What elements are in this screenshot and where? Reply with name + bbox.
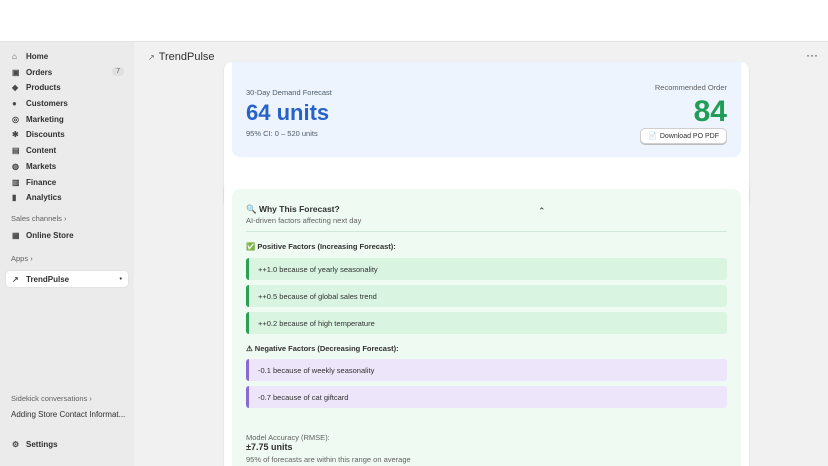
inbox-icon: ▣	[12, 67, 20, 77]
forecast-label: 30-Day Demand Forecast	[246, 88, 332, 97]
tag-icon: ◆	[12, 82, 19, 92]
app-title-text: TrendPulse	[158, 51, 215, 63]
sidebar: ⌂ Home ▣ Orders 7 ◆ Products ● Customers…	[0, 42, 134, 466]
sidebar-item-label: TrendPulse	[26, 274, 70, 284]
sidebar-item-discounts[interactable]: ✱ Discounts	[6, 126, 128, 142]
sidebar-item-label: Home	[26, 51, 49, 61]
sidekick-label: Sidekick conversations	[11, 394, 88, 403]
content-icon: ▤	[12, 145, 20, 155]
sidebar-item-home[interactable]: ⌂ Home	[6, 48, 128, 64]
chevron-right-icon: ›	[30, 254, 33, 263]
forecast-confidence-interval: 95% CI: 0 – 520 units	[246, 129, 318, 138]
sidebar-item-trendpulse[interactable]: ↗ TrendPulse •	[6, 271, 128, 287]
model-accuracy-value: ±7.75 units	[246, 442, 293, 452]
why-forecast-panel: 🔍 Why This Forecast? AI-driven factors a…	[232, 189, 741, 466]
apps-label: Apps	[11, 254, 29, 263]
gear-icon: ⚙	[12, 439, 20, 449]
forecast-panel: 30-Day Demand Forecast 64 units 95% CI: …	[232, 62, 741, 157]
sidebar-item-label: Customers	[26, 98, 68, 108]
negative-factor-item: -0.7 because of cat giftcard	[246, 386, 727, 408]
target-icon: ◎	[12, 114, 19, 124]
sidebar-item-label: Orders	[26, 67, 53, 77]
chevron-right-icon: ›	[89, 394, 92, 403]
recommended-order-value: 84	[693, 95, 727, 128]
model-accuracy-label: Model Accuracy (RMSE):	[246, 433, 330, 442]
app-title: ↗ TrendPulse	[148, 51, 215, 63]
positive-factor-item: ++0.2 because of high temperature	[246, 312, 727, 334]
sidebar-item-label: Markets	[26, 161, 57, 171]
bar-chart-icon: ▮	[12, 192, 17, 202]
chevron-right-icon: ›	[63, 214, 67, 223]
model-accuracy-note: 95% of forecasts are within this range o…	[246, 455, 411, 464]
why-forecast-subtitle: AI-driven factors affecting next day	[246, 216, 362, 225]
download-po-pdf-button[interactable]: 📄 Download PO PDF	[640, 128, 727, 144]
sidebar-item-analytics[interactable]: ▮ Analytics	[6, 189, 128, 205]
sidebar-item-customers[interactable]: ● Customers	[6, 95, 128, 111]
sidebar-item-markets[interactable]: ◍ Markets	[6, 158, 128, 174]
sidebar-item-label: Settings	[26, 439, 58, 449]
browser-top-area	[0, 0, 828, 41]
discount-icon: ✱	[12, 129, 19, 139]
negative-factor-item: -0.1 because of weekly seasonality	[246, 359, 727, 381]
why-forecast-card: 🔍 Why This Forecast? AI-driven factors a…	[224, 181, 749, 466]
sidebar-item-content[interactable]: ▤ Content	[6, 142, 128, 158]
divider	[246, 231, 727, 232]
forecast-value: 64 units	[246, 100, 330, 125]
bank-icon: ▥	[12, 177, 20, 187]
sales-channels-label: Sales channels	[11, 214, 62, 223]
orders-count-badge: 7	[112, 67, 124, 76]
sidebar-item-label: Marketing	[26, 114, 64, 124]
sidebar-item-online-store[interactable]: ▦ Online Store	[6, 227, 128, 243]
home-icon: ⌂	[12, 51, 17, 61]
store-icon: ▦	[12, 230, 20, 240]
chevron-up-icon[interactable]: ⌃	[538, 206, 546, 217]
recommended-order-label: Recommended Order	[654, 83, 727, 92]
why-forecast-title[interactable]: 🔍 Why This Forecast?	[246, 204, 340, 215]
download-po-pdf-label: Download PO PDF	[659, 132, 719, 140]
sidebar-item-label: Products	[26, 82, 61, 92]
sidebar-item-label: Online Store	[26, 230, 74, 240]
trendpulse-app-icon: ↗	[12, 274, 19, 284]
admin-frame: ⌂ Home ▣ Orders 7 ◆ Products ● Customers…	[0, 41, 828, 466]
sidebar-item-label: Finance	[26, 177, 57, 187]
sales-channels-heading[interactable]: Sales channels ›	[11, 214, 66, 223]
sidebar-item-label: Analytics	[26, 192, 62, 202]
sidebar-item-settings[interactable]: ⚙ Settings	[6, 436, 128, 452]
sidekick-conversation-item[interactable]: Adding Store Contact Informat...	[11, 410, 125, 419]
sidekick-heading[interactable]: Sidekick conversations ›	[11, 394, 92, 403]
person-icon: ●	[12, 98, 17, 108]
sidebar-item-label: Discounts	[26, 129, 65, 139]
sidebar-item-label: Content	[26, 145, 57, 155]
document-icon: 📄	[648, 133, 657, 140]
positive-factors-title: ✅ Positive Factors (Increasing Forecast)…	[246, 242, 396, 251]
positive-factor-item: ++0.5 because of global sales trend	[246, 285, 727, 307]
positive-factor-item: ++1.0 because of yearly seasonality	[246, 258, 727, 280]
apps-heading[interactable]: Apps ›	[11, 254, 33, 263]
sidebar-item-orders[interactable]: ▣ Orders 7	[6, 64, 128, 80]
sidebar-item-marketing[interactable]: ◎ Marketing	[6, 111, 128, 127]
negative-factors-title: ⚠ Negative Factors (Decreasing Forecast)…	[246, 344, 399, 353]
more-actions-icon[interactable]: ···	[806, 48, 818, 62]
sidebar-item-products[interactable]: ◆ Products	[6, 79, 128, 95]
sidebar-item-finance[interactable]: ▥ Finance	[6, 174, 128, 190]
trendpulse-logo-icon: ↗	[148, 52, 155, 62]
globe-icon: ◍	[12, 161, 19, 171]
pin-icon[interactable]: •	[120, 276, 122, 283]
